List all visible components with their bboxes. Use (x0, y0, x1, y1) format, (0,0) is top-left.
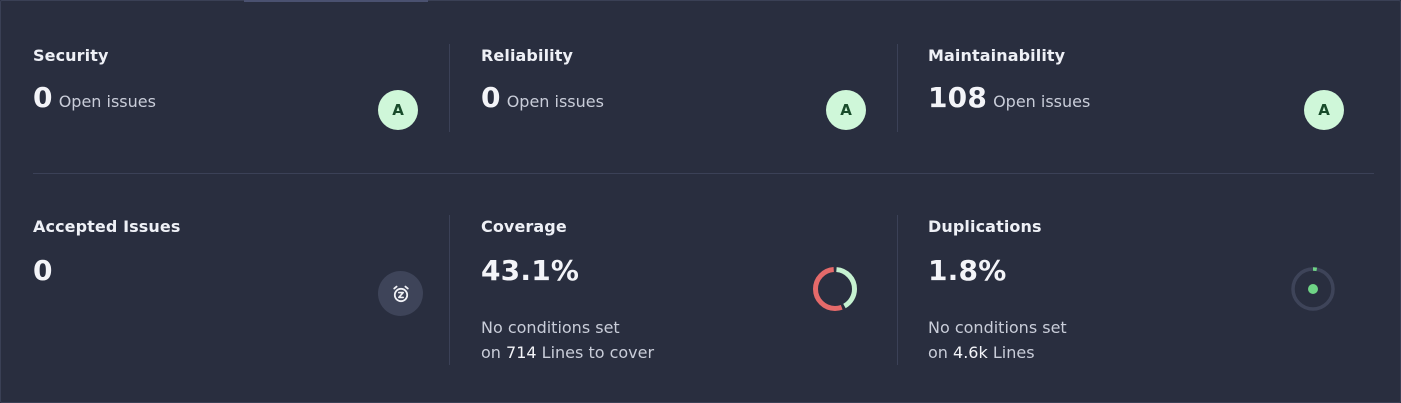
duplications-on-label: on (928, 343, 948, 362)
coverage-card[interactable]: Coverage 43.1% No conditions set on 714 … (449, 215, 897, 365)
issues-row: Security 0 Open issues A Reliability 0 O… (33, 44, 1374, 132)
coverage-lines-line: on 714 Lines to cover (481, 340, 654, 365)
coverage-title: Coverage (481, 217, 567, 236)
reliability-rating-badge[interactable]: A (826, 90, 866, 130)
coverage-donut-icon (813, 267, 857, 311)
reliability-card[interactable]: Reliability 0 Open issues A (449, 44, 897, 132)
reliability-value[interactable]: 0 (481, 81, 501, 114)
duplications-conditions: No conditions set (928, 318, 1067, 337)
maintainability-rating-badge[interactable]: A (1304, 90, 1344, 130)
security-value[interactable]: 0 (33, 81, 53, 114)
measures-row: Accepted Issues 0 Coverage 43.1% No cond… (33, 215, 1374, 365)
maintainability-value[interactable]: 108 (928, 81, 987, 114)
active-tab-indicator (244, 0, 428, 2)
coverage-lines-label: Lines to cover (541, 343, 655, 362)
duplications-title: Duplications (928, 217, 1042, 236)
coverage-value[interactable]: 43.1% (481, 254, 579, 287)
coverage-on-label: on (481, 343, 501, 362)
reliability-unit: Open issues (506, 92, 604, 111)
maintainability-unit: Open issues (993, 92, 1091, 111)
maintainability-title: Maintainability (928, 46, 1066, 65)
reliability-title: Reliability (481, 46, 574, 65)
security-rating-badge[interactable]: A (378, 90, 418, 130)
row-divider (33, 173, 1374, 174)
duplications-description: No conditions set on 4.6k Lines (928, 315, 1067, 365)
quality-overview-panel: Security 0 Open issues A Reliability 0 O… (0, 0, 1401, 403)
duplications-lines-count[interactable]: 4.6k (953, 343, 988, 362)
duplications-dot (1308, 284, 1318, 294)
duplications-card[interactable]: Duplications 1.8% No conditions set on 4… (897, 215, 1374, 365)
accepted-issues-card[interactable]: Accepted Issues 0 (33, 215, 449, 365)
coverage-lines-count[interactable]: 714 (506, 343, 537, 362)
coverage-conditions: No conditions set (481, 318, 620, 337)
maintainability-card[interactable]: Maintainability 108 Open issues A (897, 44, 1374, 132)
security-card[interactable]: Security 0 Open issues A (33, 44, 449, 132)
duplications-indicator-icon (1291, 267, 1335, 311)
security-title: Security (33, 46, 109, 65)
duplications-lines-label: Lines (992, 343, 1035, 362)
coverage-description: No conditions set on 714 Lines to cover (481, 315, 654, 365)
duplications-lines-line: on 4.6k Lines (928, 340, 1067, 365)
accepted-issues-title: Accepted Issues (33, 217, 181, 236)
duplications-value[interactable]: 1.8% (928, 254, 1006, 287)
security-unit: Open issues (58, 92, 156, 111)
alarm-snooze-icon (378, 271, 423, 316)
accepted-issues-value[interactable]: 0 (33, 254, 53, 287)
